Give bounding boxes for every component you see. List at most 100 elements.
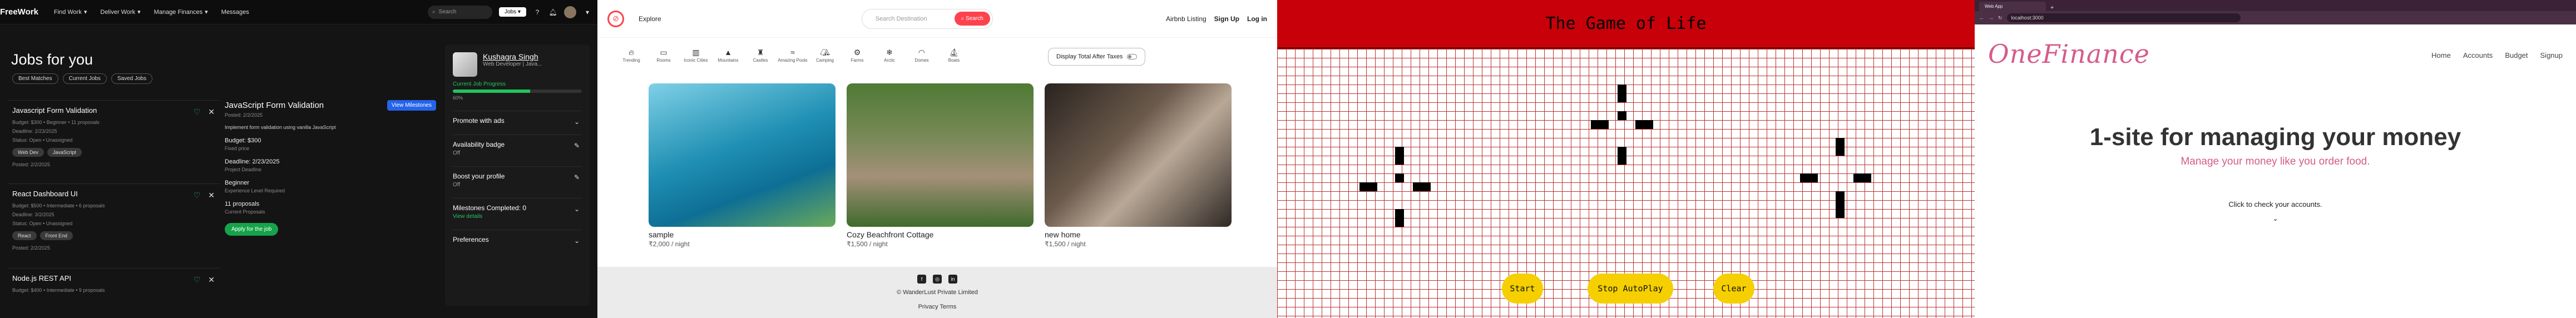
filter-camping[interactable]: ⛺︎ Camping	[809, 48, 841, 63]
help-icon[interactable]: ?	[533, 8, 542, 17]
heart-icon[interactable]: ♡	[194, 191, 201, 200]
filter-saved-jobs[interactable]: Saved Jobs	[111, 73, 153, 84]
plus-icon[interactable]: +	[2048, 4, 2056, 11]
section-milestones[interactable]: Milestones Completed: 0 View details ⌄	[453, 198, 582, 225]
start-button[interactable]: Start	[1502, 274, 1543, 304]
live-cell[interactable]	[1395, 156, 1404, 165]
filter-trending[interactable]: 🔥︎ Trending	[615, 48, 647, 63]
list-item[interactable]: Javascript Form Validation Budget: $300 …	[8, 100, 220, 183]
live-cell[interactable]	[1635, 120, 1644, 129]
listing-image[interactable]	[847, 83, 1034, 227]
heart-icon[interactable]: ♡	[194, 107, 201, 117]
listing-image[interactable]	[649, 83, 835, 227]
listing-image[interactable]	[1045, 83, 1232, 227]
stop-autoplay-button[interactable]: Stop AutoPlay	[1588, 274, 1673, 304]
compass-icon[interactable]: ⊘	[607, 10, 624, 27]
nav-signup[interactable]: Signup	[2540, 51, 2563, 59]
brand-logo[interactable]: OneFinance	[1988, 39, 2150, 69]
profile-name[interactable]: Kushagra Singh	[483, 52, 542, 61]
filter-mountains[interactable]: ▲ Mountains	[712, 48, 744, 63]
explore-link[interactable]: Explore	[639, 15, 661, 23]
live-cell[interactable]	[1413, 182, 1422, 191]
nav-manage-finances[interactable]: Manage Finances ▾	[154, 8, 208, 16]
pencil-icon[interactable]: ✎	[574, 173, 580, 181]
filter-current-jobs[interactable]: Current Jobs	[62, 73, 107, 84]
tax-toggle[interactable]: Display Total After Taxes	[1048, 48, 1146, 66]
nav-messages[interactable]: Messages	[221, 8, 249, 16]
search-input[interactable]: ⌕ Search	[428, 5, 493, 19]
live-cell[interactable]	[1836, 209, 1845, 218]
avatar[interactable]	[564, 6, 576, 18]
cta-text[interactable]: Click to check your accounts.	[1975, 200, 2576, 208]
job-title[interactable]: Javascript Form Validation	[12, 106, 216, 115]
apply-button[interactable]: Apply for the job	[225, 223, 279, 236]
live-cell[interactable]	[1395, 218, 1404, 227]
pencil-icon[interactable]: ✎	[574, 142, 580, 150]
filter-rooms[interactable]: ▭ Rooms	[647, 48, 680, 63]
live-cell[interactable]	[1359, 182, 1368, 191]
live-cell[interactable]	[1809, 173, 1818, 182]
view-details-link[interactable]: View details	[453, 213, 582, 220]
footer-links[interactable]: Privacy Terms	[597, 304, 1277, 310]
heart-icon[interactable]: ♡	[194, 275, 201, 285]
live-cell[interactable]	[1853, 173, 1862, 182]
section-boost[interactable]: Boost your profile Off ✎	[453, 166, 582, 193]
filter-castles[interactable]: ♜ Castles	[744, 48, 777, 63]
search-button[interactable]: ⌕ Search	[954, 12, 990, 26]
listing-card[interactable]: sample ₹2,000 / night	[649, 83, 835, 248]
view-milestones-button[interactable]: View Milestones	[387, 100, 436, 111]
close-icon[interactable]: ✕	[208, 107, 215, 117]
live-cell[interactable]	[1836, 147, 1845, 156]
close-icon[interactable]: ✕	[208, 191, 215, 200]
address-bar[interactable]: localhost:3000	[2006, 13, 2241, 22]
filter-farms[interactable]: ⚙ Farms	[841, 48, 873, 63]
live-cell[interactable]	[1618, 156, 1626, 165]
nav-deliver-work[interactable]: Deliver Work ▾	[100, 8, 140, 16]
live-cell[interactable]	[1422, 182, 1431, 191]
nav-find-work[interactable]: Find Work ▾	[54, 8, 87, 16]
signup-link[interactable]: Sign Up	[1214, 15, 1239, 23]
listing-card[interactable]: Cozy Beachfront Cottage ₹1,500 / night	[847, 83, 1034, 248]
live-cell[interactable]	[1644, 120, 1653, 129]
chevron-down-icon[interactable]: ⌄	[1975, 215, 2576, 222]
search-input[interactable]: Search Destination ⌕ Search	[861, 8, 993, 29]
list-item[interactable]: React Dashboard UI Budget: $500 • Interm…	[8, 183, 220, 268]
live-cell[interactable]	[1591, 120, 1600, 129]
live-cell[interactable]	[1800, 173, 1809, 182]
list-item[interactable]: Node.js REST API Budget: $400 • Intermed…	[8, 268, 220, 299]
section-promote[interactable]: Promote with ads ⌄	[453, 111, 582, 130]
filter-best-matches[interactable]: Best Matches	[12, 73, 58, 84]
filter-pools[interactable]: ≈ Amazing Pools	[777, 48, 809, 63]
browser-tab[interactable]: Web App	[1979, 2, 2046, 11]
live-cell[interactable]	[1836, 200, 1845, 209]
live-cell[interactable]	[1618, 111, 1626, 120]
live-cell[interactable]	[1618, 85, 1626, 93]
instagram-icon[interactable]: ◎	[933, 275, 942, 284]
live-cell[interactable]	[1618, 147, 1626, 156]
close-icon[interactable]: ✕	[208, 275, 215, 285]
reload-icon[interactable]: ↻	[1998, 15, 2003, 21]
nav-budget[interactable]: Budget	[2505, 51, 2528, 59]
avatar[interactable]	[453, 52, 477, 77]
live-cell[interactable]	[1836, 191, 1845, 200]
section-availability[interactable]: Availability badge Off ✎	[453, 135, 582, 162]
job-title[interactable]: Node.js REST API	[12, 274, 216, 282]
live-cell[interactable]	[1368, 182, 1377, 191]
nav-accounts[interactable]: Accounts	[2463, 51, 2493, 59]
search-scope-select[interactable]: Jobs ▾	[499, 7, 526, 17]
chevron-down-icon[interactable]: ⌄	[574, 205, 580, 213]
live-cell[interactable]	[1395, 209, 1404, 218]
back-icon[interactable]: ←	[1979, 15, 1984, 21]
login-link[interactable]: Log in	[1247, 15, 1267, 23]
bell-icon[interactable]: 🔔︎	[548, 8, 557, 17]
forward-icon[interactable]: →	[1989, 15, 1994, 21]
chevron-down-icon[interactable]: ⌄	[574, 237, 580, 245]
filter-arctic[interactable]: ❄ Arctic	[873, 48, 906, 63]
list-home-link[interactable]: Airbnb Listing	[1166, 15, 1207, 23]
filter-iconic-cities[interactable]: ▥ Iconic Cities	[680, 48, 712, 63]
live-cell[interactable]	[1862, 173, 1871, 182]
live-cell[interactable]	[1600, 120, 1609, 129]
listing-card[interactable]: new home ₹1,500 / night	[1045, 83, 1232, 248]
live-cell[interactable]	[1395, 147, 1404, 156]
app-logo[interactable]: FreeWork	[0, 7, 38, 17]
